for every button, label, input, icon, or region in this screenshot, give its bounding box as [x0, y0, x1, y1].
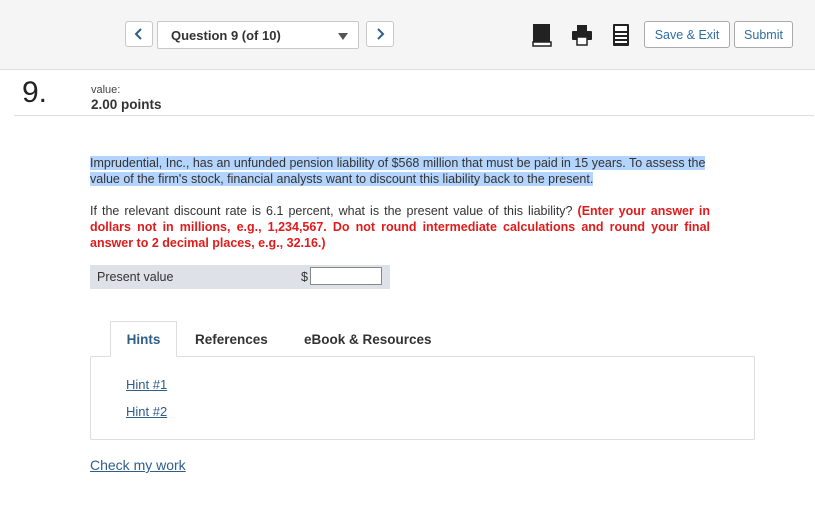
calculator-icon[interactable] [610, 23, 632, 47]
hints-panel [90, 356, 755, 440]
submit-button[interactable]: Submit [734, 21, 793, 48]
question-select-label: Question 9 (of 10) [171, 28, 281, 43]
hint-1-link[interactable]: Hint #1 [126, 377, 167, 392]
points-value: 2.00 points [91, 97, 162, 112]
save-exit-button[interactable]: Save & Exit [644, 21, 730, 48]
answer-label: Present value [97, 270, 174, 284]
tab-ebook-resources[interactable]: eBook & Resources [304, 321, 432, 357]
divider [14, 115, 814, 116]
question-prompt: If the relevant discount rate is 6.1 per… [90, 204, 578, 218]
question-text: Imprudential, Inc., has an unfunded pens… [90, 155, 730, 187]
highlighted-text: Imprudential, Inc., has an unfunded pens… [90, 156, 706, 186]
question-instructions: If the relevant discount rate is 6.1 per… [90, 203, 710, 251]
dropdown-caret-icon [338, 33, 348, 40]
chevron-left-icon [134, 28, 142, 40]
hint-2-link[interactable]: Hint #2 [126, 404, 167, 419]
previous-question-button[interactable] [125, 21, 153, 47]
chevron-right-icon [377, 28, 385, 40]
present-value-input[interactable] [310, 267, 382, 285]
print-icon[interactable] [571, 23, 593, 47]
tab-hints[interactable]: Hints [110, 321, 177, 357]
question-number: 9. [22, 76, 48, 109]
check-my-work-link[interactable]: Check my work [90, 457, 186, 473]
next-question-button[interactable] [366, 21, 394, 47]
book-icon[interactable] [531, 23, 553, 47]
answer-row: Present value $ [90, 265, 390, 289]
value-label: value: [91, 84, 121, 96]
currency-symbol: $ [301, 270, 308, 284]
question-select[interactable]: Question 9 (of 10) [157, 21, 359, 49]
tab-references[interactable]: References [195, 321, 268, 357]
top-toolbar: Question 9 (of 10) Save & Exit Submit [0, 0, 815, 70]
